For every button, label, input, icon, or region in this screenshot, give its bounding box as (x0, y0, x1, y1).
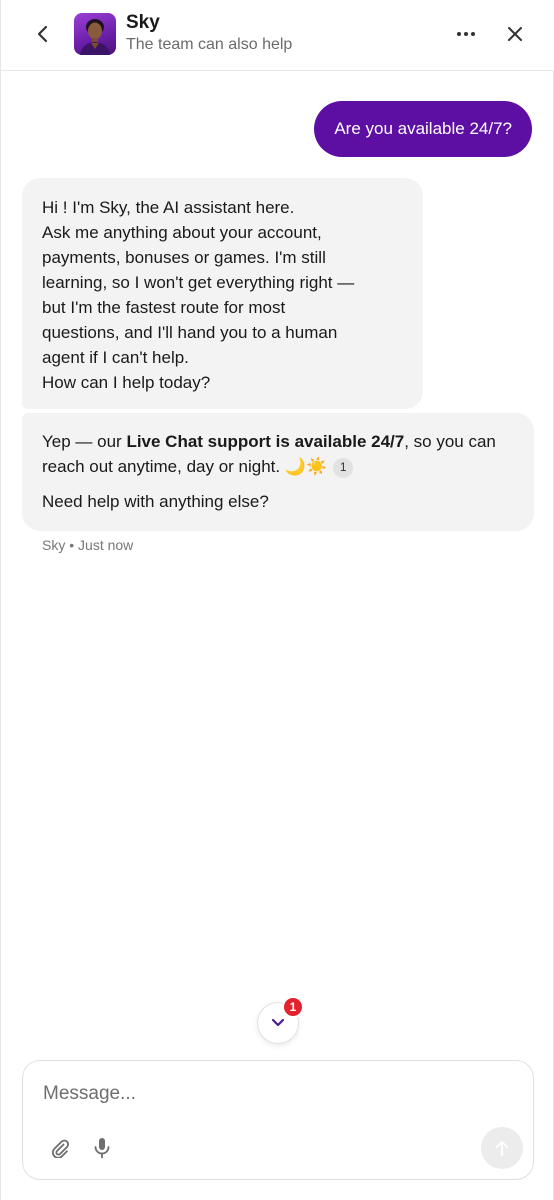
more-horizontal-icon (457, 32, 475, 36)
citation-badge[interactable]: 1 (333, 457, 354, 478)
bot-message-line: questions, and I'll hand you to a human (42, 323, 338, 342)
close-button[interactable] (501, 20, 529, 48)
back-button[interactable] (29, 20, 57, 48)
microphone-icon (94, 1138, 110, 1159)
microphone-button[interactable] (89, 1135, 115, 1161)
send-button[interactable] (481, 1127, 523, 1169)
paperclip-icon (51, 1139, 70, 1158)
bot-message: Hi ! I'm Sky, the AI assistant here. Ask… (22, 178, 423, 409)
chevron-left-icon (37, 25, 48, 43)
bot-message-line: learning, so I won't get everything righ… (42, 273, 355, 292)
bot-message-line: Ask me anything about your account, (42, 223, 322, 242)
header-subtitle: The team can also help (126, 36, 293, 53)
message-sender: Sky (42, 537, 66, 553)
avatar (74, 13, 116, 55)
bot-message-prefix: Yep — our (42, 432, 127, 451)
chat-window: Sky The team can also help Are you avail… (0, 0, 554, 1200)
bot-message-line: payments, bonuses or games. I'm still (42, 248, 326, 267)
attach-button[interactable] (47, 1135, 73, 1161)
message-time: Just now (78, 537, 134, 553)
more-options-button[interactable] (451, 20, 481, 48)
bot-message-line: agent if I can't help. (42, 348, 189, 367)
close-icon (508, 27, 522, 41)
unread-badge: 1 (282, 996, 304, 1018)
bot-message-bold: Live Chat support is available 24/7 (126, 432, 405, 451)
arrow-up-icon (496, 1141, 508, 1156)
assistant-avatar-icon (80, 19, 110, 55)
meta-separator: • (69, 537, 75, 553)
page-title: Sky (126, 12, 160, 33)
chevron-down-icon (271, 1018, 285, 1027)
chat-header: Sky The team can also help (1, 0, 554, 71)
message-meta: Sky • Just now (42, 537, 133, 553)
message-input[interactable] (43, 1079, 503, 1109)
bot-message-followup: Need help with anything else? (42, 492, 269, 511)
bot-message-line: but I'm the fastest route for most (42, 298, 286, 317)
bot-message: Yep — our Live Chat support is available… (22, 413, 534, 531)
bot-message-paragraph: Yep — our Live Chat support is available… (42, 429, 514, 479)
bot-message-line: How can I help today? (42, 373, 211, 392)
bot-message-line: Hi ! I'm Sky, the AI assistant here. (42, 198, 295, 217)
user-message: Are you available 24/7? (314, 101, 532, 157)
user-message-text: Are you available 24/7? (334, 119, 512, 138)
message-composer (22, 1060, 534, 1180)
